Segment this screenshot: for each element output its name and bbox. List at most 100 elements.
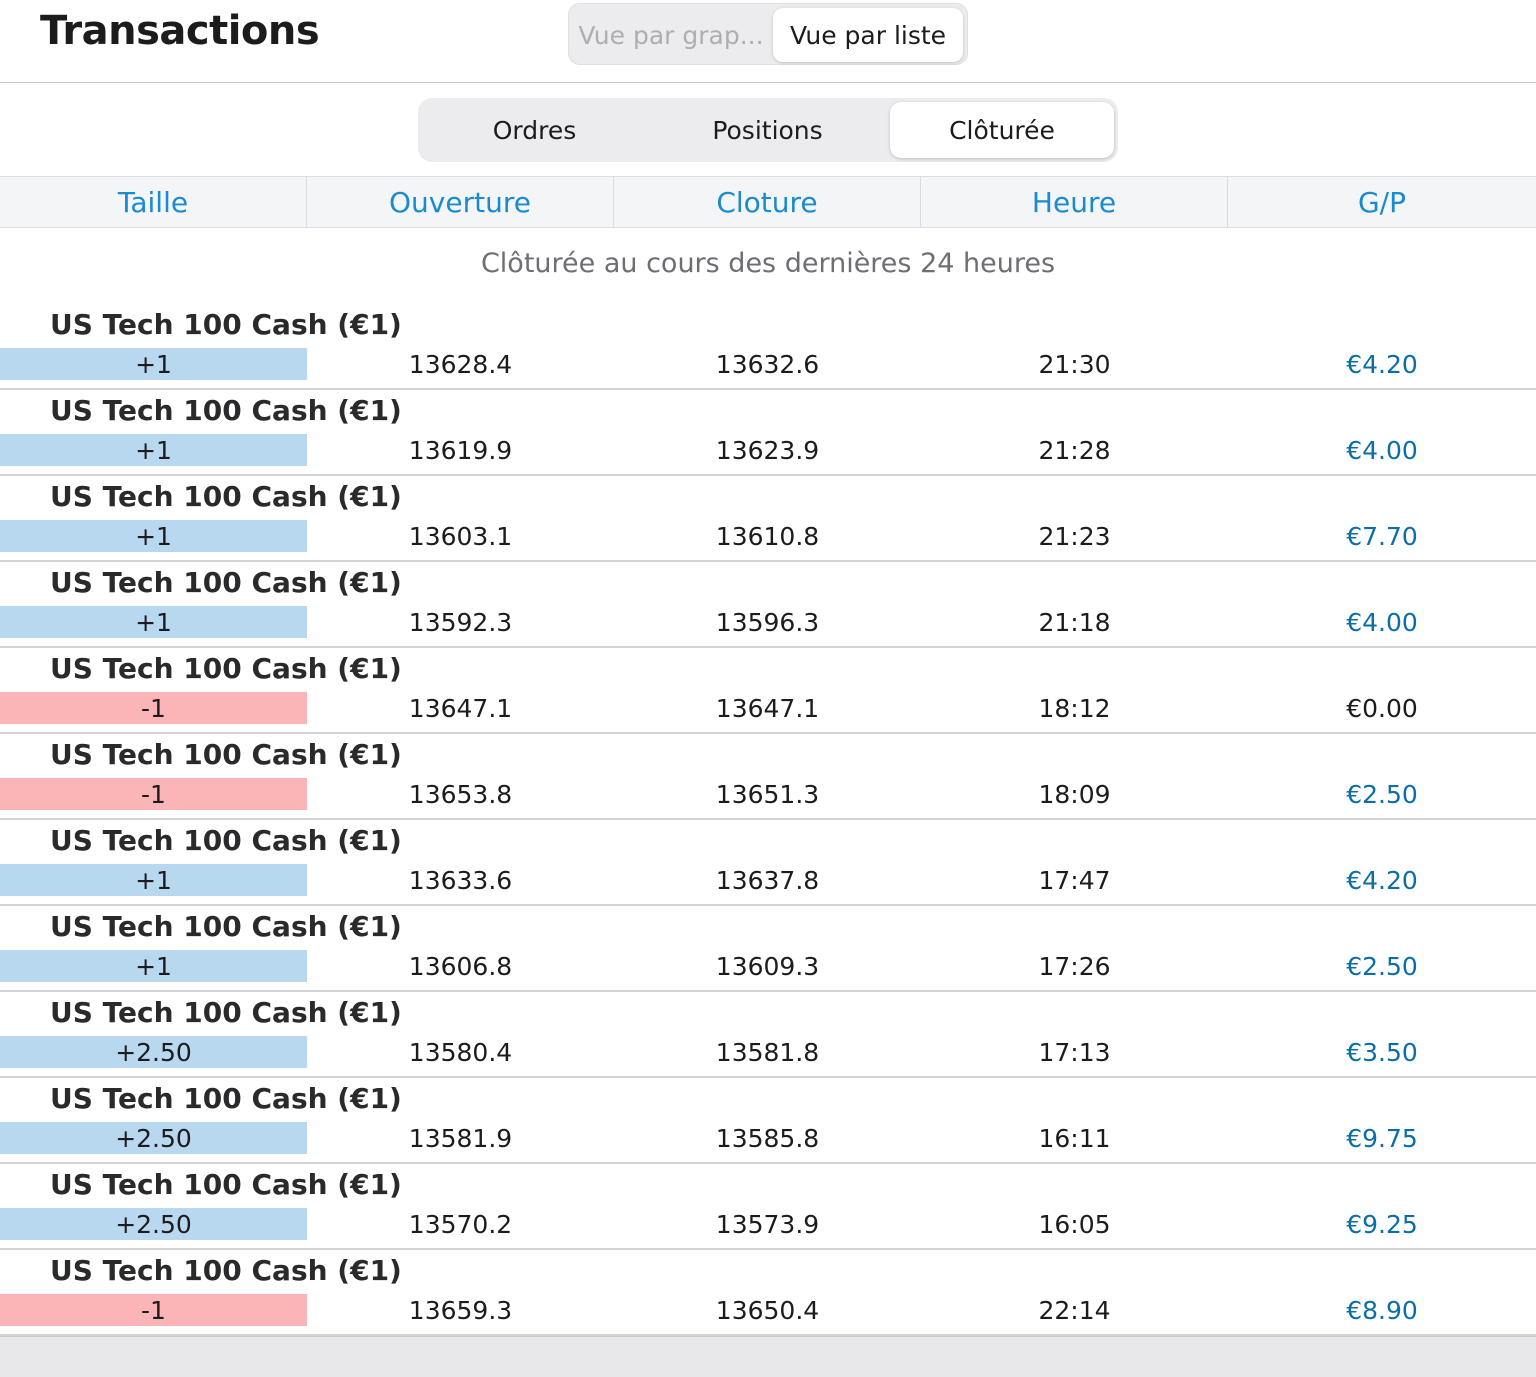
open-price: 13570.2: [408, 1209, 513, 1239]
instrument-name: US Tech 100 Cash (€1): [50, 910, 402, 943]
trade-size-badge: +2.50: [0, 1036, 307, 1068]
open-price: 13653.8: [408, 779, 513, 809]
close-time: 21:30: [1038, 349, 1111, 379]
trade-size-badge: +1: [0, 864, 307, 896]
trade-row[interactable]: US Tech 100 Cash (€1) +1 13628.4 13632.6 21:…: [0, 304, 1536, 390]
close-time: 17:47: [1038, 865, 1111, 895]
profit-loss-value: €8.90: [1346, 1295, 1418, 1325]
page-title: Transactions: [40, 8, 320, 54]
top-bar: Transactions Vue par grap... Vue par lis…: [0, 0, 1536, 83]
column-header-row: Taille Ouverture Cloture Heure G/P: [0, 176, 1536, 228]
close-time: 16:11: [1038, 1123, 1111, 1153]
close-price: 13632.6: [715, 349, 820, 379]
trade-row[interactable]: US Tech 100 Cash (€1) -1 13647.1 13647.1 18:…: [0, 648, 1536, 734]
open-price: 13592.3: [408, 607, 513, 637]
close-time: 16:05: [1038, 1209, 1111, 1239]
trade-row[interactable]: US Tech 100 Cash (€1) +2.50 13580.4 13581.8…: [0, 992, 1536, 1078]
instrument-name: US Tech 100 Cash (€1): [50, 652, 402, 685]
instrument-name: US Tech 100 Cash (€1): [50, 1254, 402, 1287]
profit-loss-value: €2.50: [1346, 951, 1418, 981]
instrument-name: US Tech 100 Cash (€1): [50, 996, 402, 1029]
trade-size-badge: +1: [0, 606, 307, 638]
section-label: Clôturée au cours des dernières 24 heure…: [480, 248, 1056, 279]
open-price: 13628.4: [408, 349, 513, 379]
trade-size-badge: +1: [0, 950, 307, 982]
column-header-pl[interactable]: G/P: [1228, 177, 1536, 227]
trade-row[interactable]: US Tech 100 Cash (€1) +1 13592.3 13596.3 21:…: [0, 562, 1536, 648]
bottom-bar: [0, 1336, 1536, 1377]
trade-row[interactable]: US Tech 100 Cash (€1) +2.50 13581.9 13585.8…: [0, 1078, 1536, 1164]
instrument-name: US Tech 100 Cash (€1): [50, 480, 402, 513]
open-price: 13581.9: [408, 1123, 513, 1153]
close-time: 17:26: [1038, 951, 1111, 981]
close-price: 13610.8: [715, 521, 820, 551]
profit-loss-value: €2.50: [1346, 779, 1418, 809]
close-price: 13647.1: [715, 693, 820, 723]
profit-loss-value: €9.75: [1346, 1123, 1418, 1153]
profit-loss-value: €9.25: [1346, 1209, 1418, 1239]
trade-row[interactable]: US Tech 100 Cash (€1) +1 13633.6 13637.8 17:…: [0, 820, 1536, 906]
profit-loss-value: €4.00: [1346, 607, 1418, 637]
profit-loss-value: €3.50: [1346, 1037, 1418, 1067]
close-price: 13650.4: [715, 1295, 820, 1325]
column-header-size[interactable]: Taille: [0, 177, 307, 227]
tab-orders[interactable]: Ordres: [418, 102, 651, 158]
instrument-name: US Tech 100 Cash (€1): [50, 566, 402, 599]
trade-size-badge: +1: [0, 520, 307, 552]
closed-trades-list: US Tech 100 Cash (€1) +1 13628.4 13632.6 21:…: [0, 304, 1536, 1336]
open-price: 13603.1: [408, 521, 513, 551]
tab-closed[interactable]: Clôturée: [890, 102, 1114, 158]
close-time: 21:23: [1038, 521, 1111, 551]
close-price: 13651.3: [715, 779, 820, 809]
close-time: 21:18: [1038, 607, 1111, 637]
instrument-name: US Tech 100 Cash (€1): [50, 738, 402, 771]
column-header-close[interactable]: Cloture: [614, 177, 921, 227]
close-time: 22:14: [1038, 1295, 1111, 1325]
trade-row[interactable]: US Tech 100 Cash (€1) +2.50 13570.2 13573.9…: [0, 1164, 1536, 1250]
profit-loss-value: €0.00: [1346, 693, 1418, 723]
open-price: 13647.1: [408, 693, 513, 723]
close-time: 18:12: [1038, 693, 1111, 723]
trade-row[interactable]: US Tech 100 Cash (€1) +1 13606.8 13609.3 17:…: [0, 906, 1536, 992]
open-price: 13659.3: [408, 1295, 513, 1325]
trade-type-tabs: Ordres Positions Clôturée: [418, 98, 1118, 162]
trade-size-badge: +1: [0, 348, 307, 380]
trade-size-badge: -1: [0, 692, 307, 724]
instrument-name: US Tech 100 Cash (€1): [50, 1168, 402, 1201]
close-price: 13609.3: [715, 951, 820, 981]
open-price: 13580.4: [408, 1037, 513, 1067]
trade-size-badge: -1: [0, 1294, 307, 1326]
open-price: 13619.9: [408, 435, 513, 465]
trade-size-badge: +2.50: [0, 1122, 307, 1154]
column-header-time[interactable]: Heure: [921, 177, 1228, 227]
column-header-open[interactable]: Ouverture: [307, 177, 614, 227]
trade-row[interactable]: US Tech 100 Cash (€1) -1 13659.3 13650.4 22:…: [0, 1250, 1536, 1336]
close-time: 18:09: [1038, 779, 1111, 809]
chart-view-button[interactable]: Vue par grap...: [573, 8, 769, 62]
close-price: 13585.8: [715, 1123, 820, 1153]
trade-row[interactable]: US Tech 100 Cash (€1) +1 13619.9 13623.9 21:…: [0, 390, 1536, 476]
trade-size-badge: +1: [0, 434, 307, 466]
instrument-name: US Tech 100 Cash (€1): [50, 824, 402, 857]
profit-loss-value: €7.70: [1346, 521, 1418, 551]
trade-size-badge: +2.50: [0, 1208, 307, 1240]
profit-loss-value: €4.00: [1346, 435, 1418, 465]
close-time: 17:13: [1038, 1037, 1111, 1067]
instrument-name: US Tech 100 Cash (€1): [50, 308, 402, 341]
close-price: 13581.8: [715, 1037, 820, 1067]
open-price: 13633.6: [408, 865, 513, 895]
close-price: 13623.9: [715, 435, 820, 465]
view-mode-switch: Vue par grap... Vue par liste: [568, 3, 968, 65]
trade-size-badge: -1: [0, 778, 307, 810]
close-price: 13637.8: [715, 865, 820, 895]
trade-row[interactable]: US Tech 100 Cash (€1) -1 13653.8 13651.3 18:…: [0, 734, 1536, 820]
close-price: 13596.3: [715, 607, 820, 637]
close-price: 13573.9: [715, 1209, 820, 1239]
trade-row[interactable]: US Tech 100 Cash (€1) +1 13603.1 13610.8 21:…: [0, 476, 1536, 562]
list-view-button[interactable]: Vue par liste: [773, 8, 963, 62]
instrument-name: US Tech 100 Cash (€1): [50, 394, 402, 427]
tab-positions[interactable]: Positions: [651, 102, 884, 158]
close-time: 21:28: [1038, 435, 1111, 465]
profit-loss-value: €4.20: [1346, 349, 1418, 379]
profit-loss-value: €4.20: [1346, 865, 1418, 895]
